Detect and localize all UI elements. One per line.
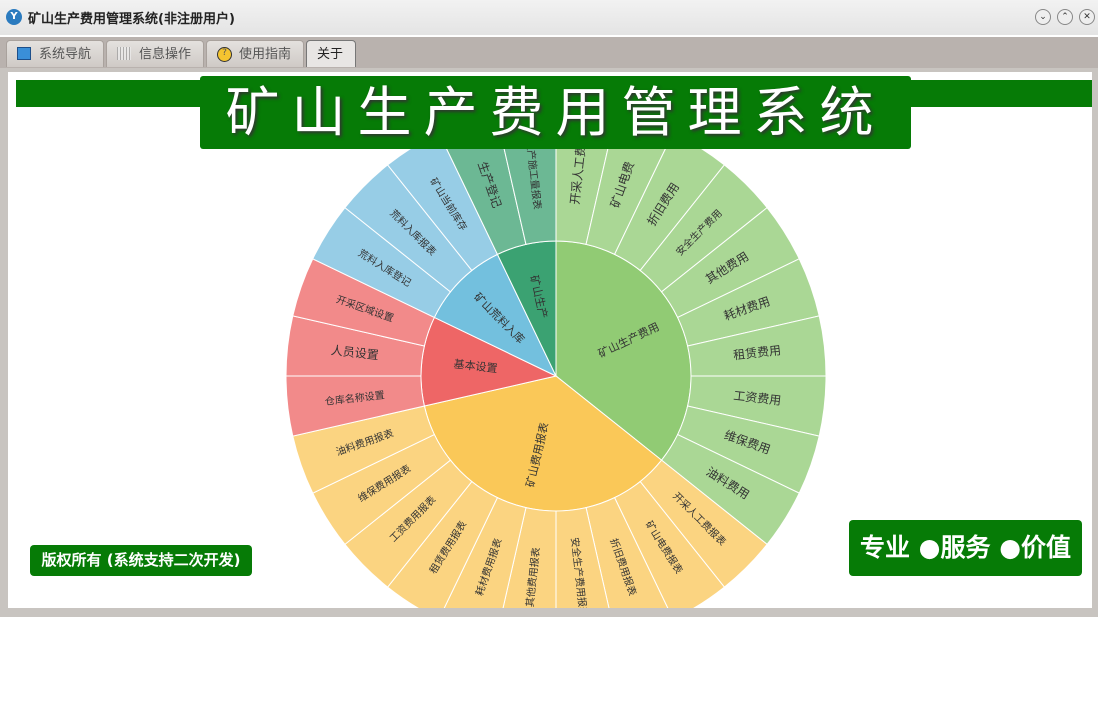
tab-label: 信息操作 — [139, 47, 192, 62]
system-title-banner: 矿山生产费用管理系统 — [200, 76, 911, 149]
app-logo-icon: Y — [6, 9, 22, 25]
copyright-badge: 版权所有 (系统支持二次开发) — [30, 545, 252, 576]
tab-strip: 系统导航 信息操作 ? 使用指南 关于 — [0, 37, 1098, 68]
grid-icon — [117, 47, 131, 60]
tab-label: 系统导航 — [39, 47, 92, 62]
tab-user-guide[interactable]: ? 使用指南 — [206, 40, 304, 67]
help-icon: ? — [217, 47, 232, 62]
monitor-icon — [17, 47, 31, 60]
close-button[interactable]: ✕ — [1079, 9, 1095, 25]
tab-info-ops[interactable]: 信息操作 — [106, 40, 204, 67]
window-title: 矿山生产费用管理系统(非注册用户) — [28, 12, 235, 27]
minimize-button[interactable]: ⌄ — [1035, 9, 1051, 25]
tab-about[interactable]: 关于 — [306, 40, 356, 67]
tab-label: 使用指南 — [239, 47, 292, 62]
about-panel: 矿山生产费用 开采人工费 矿山电费 折旧费用 安全生产费用 其他费用 耗材费用 租赁费用 工资费… — [8, 72, 1092, 608]
tab-label: 关于 — [317, 47, 344, 62]
maximize-button[interactable]: ⌃ — [1057, 9, 1073, 25]
tab-system-nav[interactable]: 系统导航 — [6, 40, 104, 67]
slogan-badge: 专业 ●服务 ●价值 — [849, 520, 1082, 576]
title-bar: Y 矿山生产费用管理系统(非注册用户) ⌄ ⌃ ✕ — [0, 0, 1098, 35]
